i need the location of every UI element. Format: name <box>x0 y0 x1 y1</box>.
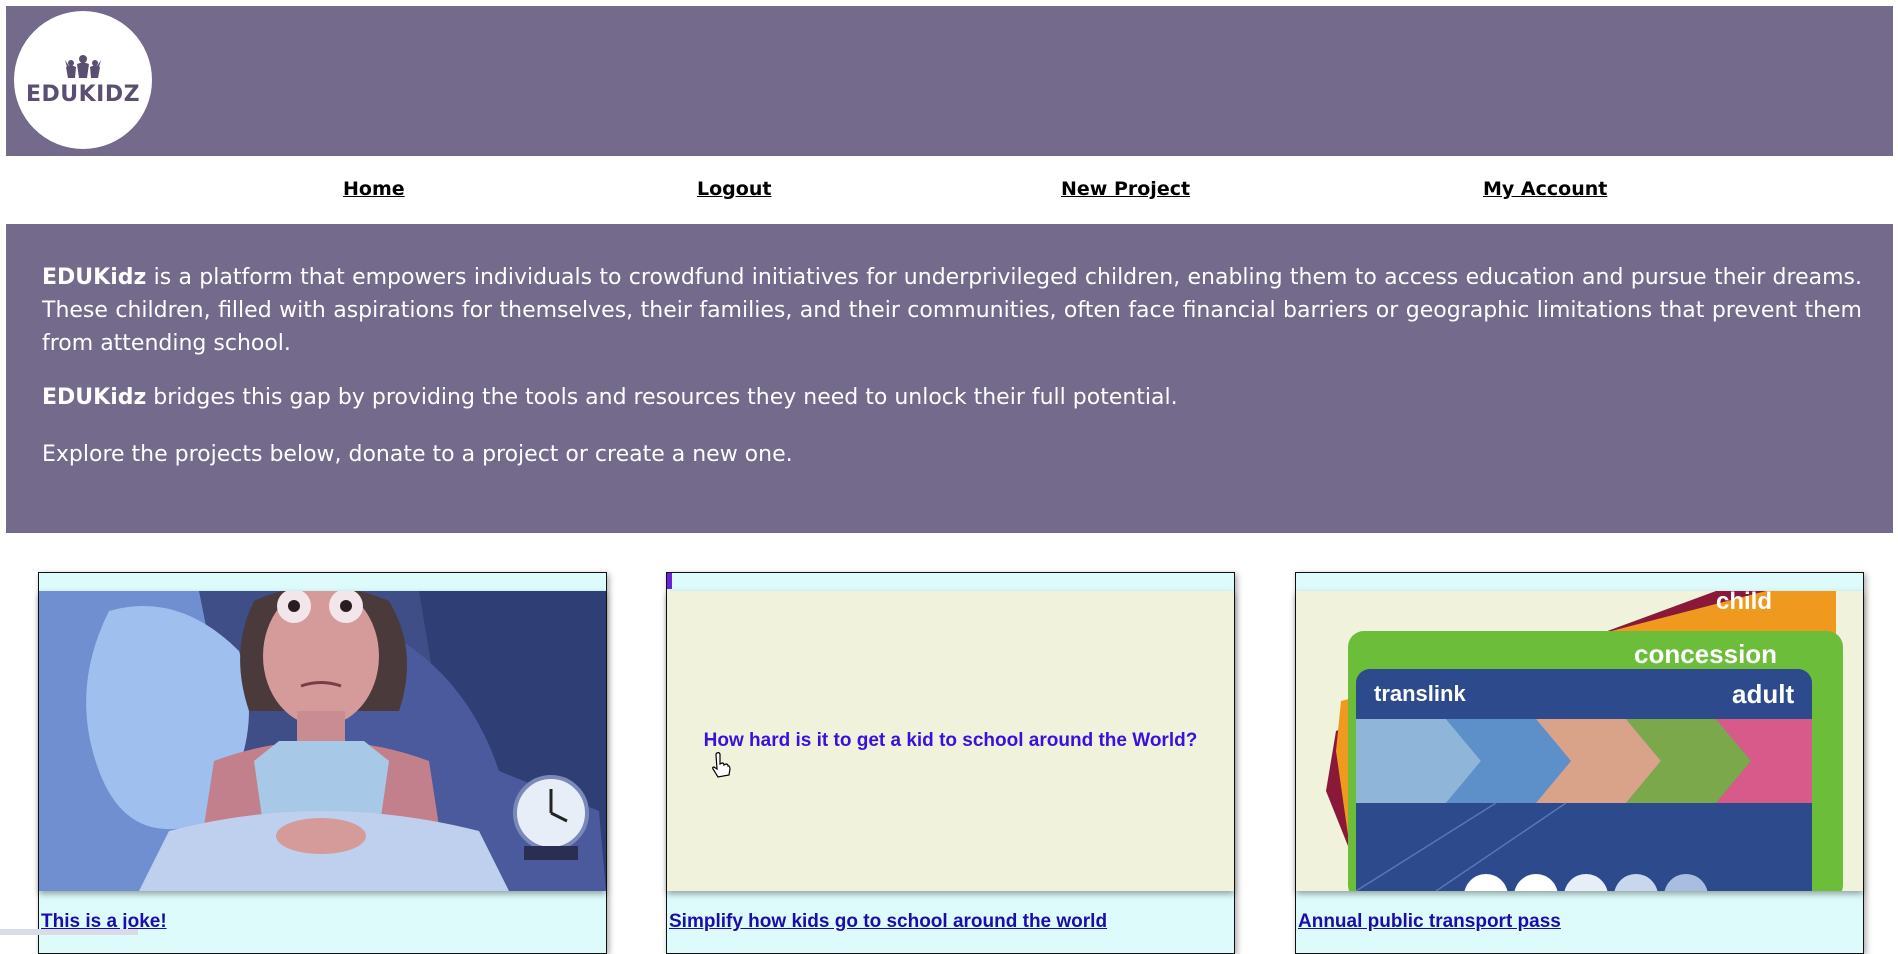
project-image[interactable] <box>39 591 606 891</box>
scrollbar[interactable] <box>0 929 138 935</box>
intro-paragraph-1: EDUKidz is a platform that empowers indi… <box>42 261 1862 360</box>
children-icon <box>65 54 101 78</box>
project-card: child concession translink adult Annual … <box>1295 572 1864 954</box>
brand-name: EDUKidz <box>42 265 147 290</box>
project-image-broken[interactable]: How hard is it to get a kid to school ar… <box>667 591 1234 891</box>
project-title-link[interactable]: Annual public transport pass <box>1298 911 1561 933</box>
sleepless-woman-illustration <box>39 591 606 891</box>
brand-name: EDUKidz <box>42 385 147 410</box>
intro-paragraph-2: EDUKidz bridges this gap by providing th… <box>42 381 1862 414</box>
project-card: This is a joke! <box>38 572 607 954</box>
edukidz-logo[interactable]: EDUKIDZ <box>14 11 152 149</box>
card-brand-label: translink <box>1374 681 1466 706</box>
site-header: EDUKIDZ <box>6 6 1893 156</box>
card-accent <box>667 573 672 589</box>
nav-home-link[interactable]: Home <box>343 178 405 200</box>
intro-text-2: bridges this gap by providing the tools … <box>146 385 1178 410</box>
project-title-link[interactable]: Simplify how kids go to school around th… <box>669 911 1107 933</box>
nav-logout-link[interactable]: Logout <box>697 178 771 200</box>
project-card: How hard is it to get a kid to school ar… <box>666 572 1235 954</box>
intro-paragraph-3: Explore the projects below, donate to a … <box>42 442 793 467</box>
card-concession-label: concession <box>1634 639 1777 669</box>
image-alt-text: How hard is it to get a kid to school ar… <box>703 730 1198 751</box>
translink-cards-image: child concession translink adult <box>1296 591 1863 891</box>
nav-new-project-link[interactable]: New Project <box>1061 178 1190 200</box>
main-nav: Home Logout New Project My Account <box>6 156 1893 224</box>
card-child-label: child <box>1716 591 1772 615</box>
hand-cursor-icon <box>712 752 731 778</box>
intro-text-1: is a platform that empowers individuals … <box>42 265 1862 356</box>
intro-section: EDUKidz is a platform that empowers indi… <box>6 224 1893 533</box>
card-adult-label: adult <box>1732 679 1794 709</box>
logo-text: EDUKIDZ <box>25 81 141 107</box>
nav-my-account-link[interactable]: My Account <box>1483 178 1607 200</box>
project-image[interactable]: child concession translink adult <box>1296 591 1863 891</box>
